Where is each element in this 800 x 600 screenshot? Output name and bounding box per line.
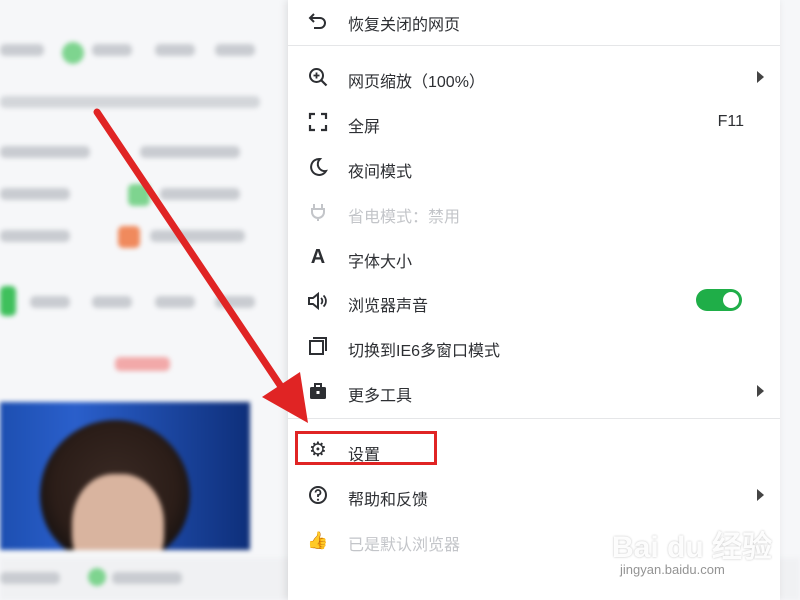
restore-icon — [306, 9, 330, 31]
blurred-text-block — [0, 230, 70, 242]
moon-icon — [306, 156, 330, 178]
blurred-text-block — [115, 357, 170, 371]
blurred-text-block — [0, 188, 70, 200]
blurred-text-block — [140, 146, 240, 158]
menu-divider — [288, 418, 780, 419]
menu-divider — [288, 45, 780, 46]
menu-item-restore-closed[interactable]: 恢复关闭的网页 — [288, 0, 780, 40]
thumbs-up-icon: 👍 — [307, 530, 329, 550]
menu-item-label: 浏览器声音 — [348, 298, 429, 315]
shortcut-label: F11 — [717, 113, 744, 130]
blurred-icon — [62, 42, 84, 64]
menu-item-font-size[interactable]: A 字体大小 — [288, 237, 780, 277]
menu-item-default-browser: 👍 已是默认浏览器 — [288, 520, 780, 560]
menu-item-label: 切换到IE6多窗口模式 — [348, 343, 501, 360]
plug-icon — [306, 201, 330, 223]
blurred-text-block — [215, 296, 255, 308]
font-icon: A — [310, 246, 326, 268]
menu-item-fullscreen[interactable]: 全屏 F11 — [288, 102, 780, 142]
fullscreen-icon — [306, 111, 330, 133]
blurred-text-block — [92, 296, 132, 308]
blurred-text-block — [92, 44, 132, 56]
blurred-text-block — [150, 230, 245, 242]
menu-item-label: 省电模式：禁用 — [348, 209, 461, 226]
windows-icon — [306, 335, 330, 357]
blurred-text-block — [0, 146, 90, 158]
submenu-arrow-icon — [757, 489, 764, 501]
menu-item-more-tools[interactable]: 更多工具 — [288, 371, 780, 411]
menu-item-help-feedback[interactable]: 帮助和反馈 — [288, 475, 780, 515]
blurred-icon — [128, 184, 150, 206]
blurred-text-block — [215, 44, 255, 56]
settings-highlight-box — [295, 431, 437, 465]
menu-item-label: 已是默认浏览器 — [348, 537, 461, 554]
blurred-icon — [88, 568, 106, 586]
menu-item-ie6-mode[interactable]: 切换到IE6多窗口模式 — [288, 326, 780, 366]
zoom-icon — [306, 66, 330, 88]
blurred-text-block — [155, 44, 195, 56]
blurred-icon — [118, 226, 140, 248]
menu-item-browser-sound[interactable]: 浏览器声音 — [288, 281, 780, 321]
menu-item-label: 全屏 — [348, 119, 381, 136]
menu-item-night-mode[interactable]: 夜间模式 — [288, 147, 780, 187]
blurred-text-block — [0, 44, 44, 56]
blurred-text-block — [160, 188, 240, 200]
menu-item-label: 字体大小 — [348, 254, 413, 271]
toolbox-icon — [306, 380, 330, 402]
blurred-text-block — [0, 96, 260, 108]
menu-item-zoom[interactable]: 网页缩放（100%） — [288, 57, 780, 97]
help-icon — [306, 484, 330, 506]
blurred-text-block — [0, 572, 60, 584]
menu-item-label: 夜间模式 — [348, 164, 413, 181]
background-photo — [0, 402, 250, 550]
blurred-text-block — [30, 296, 70, 308]
blurred-text-block — [112, 572, 182, 584]
blurred-text-block — [155, 296, 195, 308]
menu-item-label: 恢复关闭的网页 — [348, 17, 461, 34]
submenu-arrow-icon — [757, 71, 764, 83]
speaker-icon — [306, 290, 330, 312]
toggle-knob — [723, 292, 739, 308]
browser-main-menu: 恢复关闭的网页 网页缩放（100%） 全屏 F11 夜间模式 省电模式：禁用 A… — [288, 0, 780, 600]
menu-item-label: 网页缩放（100%） — [348, 74, 485, 91]
menu-item-power-saving: 省电模式：禁用 — [288, 192, 780, 232]
sound-toggle-switch[interactable] — [696, 289, 742, 311]
blurred-icon — [0, 286, 16, 316]
menu-item-label: 帮助和反馈 — [348, 492, 429, 509]
submenu-arrow-icon — [757, 385, 764, 397]
menu-item-label: 更多工具 — [348, 388, 413, 405]
